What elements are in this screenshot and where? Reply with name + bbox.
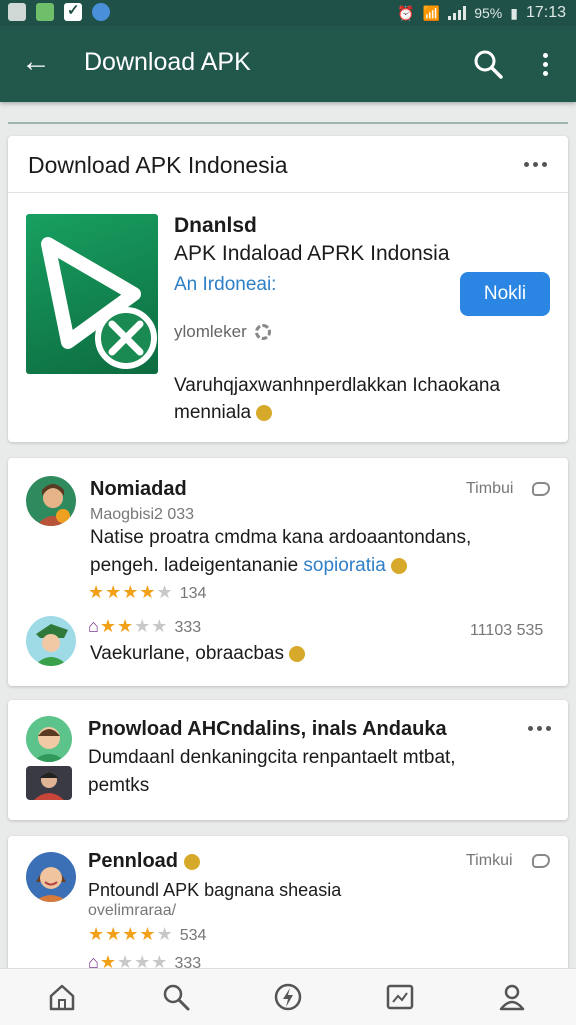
avatar[interactable] (26, 766, 72, 800)
like-icon[interactable] (532, 482, 550, 496)
review-author-name: Pennload (88, 850, 179, 872)
like-icon[interactable] (532, 854, 550, 868)
emoji-icon (391, 557, 408, 574)
avatar[interactable] (26, 476, 76, 526)
notification-icon (8, 3, 26, 21)
page-title: Download APK (84, 48, 251, 76)
alarm-icon: ⏰ (397, 4, 415, 21)
emoji-icon (289, 645, 306, 662)
app-notification-icon (36, 3, 54, 21)
review-time: Timkui (466, 852, 513, 869)
review-text-line2-body: pengeh. ladeigentananie (90, 555, 299, 576)
person-avatar-icon (32, 727, 66, 762)
home-icon[interactable] (46, 981, 78, 1013)
app-card-title: Download APK Indonesia (28, 152, 288, 178)
image-icon[interactable] (384, 981, 416, 1013)
search-icon[interactable] (470, 46, 506, 82)
signal-icon (448, 6, 467, 20)
app-name: Dnanlsd (174, 214, 257, 237)
app-description: Varuhqjaxwanhnperdlakkan Ichaokana menni… (174, 372, 554, 426)
promo-text-line2: pemtks (88, 775, 150, 796)
avatar[interactable] (26, 716, 72, 762)
search-icon[interactable] (160, 981, 192, 1013)
review-meta: Maogbisi2 033 (90, 506, 195, 523)
rating-count: 534 (179, 927, 207, 944)
flash-icon[interactable] (272, 981, 304, 1013)
star-rating: ★★★★★ 534 (88, 924, 207, 944)
review-link[interactable]: sopioratia (303, 555, 385, 576)
app-logo[interactable] (26, 214, 158, 374)
review-text: Natise proatra cmdma kana ardoaantondans… (90, 524, 560, 580)
review-time: 11103 535 (470, 622, 544, 639)
person-avatar-icon (36, 484, 70, 526)
star-rating: ⌂★★★★ 333 (88, 616, 202, 636)
person-photo-icon (34, 772, 64, 800)
promo-title: Pnowload AHCndalins, inals Andauka (88, 718, 447, 740)
review-meta: ovelimraraa/ (88, 902, 177, 919)
app-meta-text: ylomleker (174, 322, 247, 341)
card-more-icon[interactable] (528, 726, 551, 731)
sync-icon (92, 3, 110, 21)
review-text-line1: Natise proatra cmdma kana ardoaantondans… (90, 527, 472, 548)
avatar[interactable] (26, 616, 76, 666)
app-meta: ylomleker (174, 322, 271, 342)
bottom-nav (0, 968, 576, 1025)
overflow-menu-icon[interactable] (530, 46, 560, 82)
review-text-line2: pengeh. ladeigentananie sopioratia (90, 552, 560, 580)
status-bar: ⏰ 📶 95% ▮ 17:13 (0, 0, 576, 26)
rating-count: 134 (179, 585, 207, 602)
back-arrow-icon[interactable]: ← (18, 44, 54, 80)
divider (8, 122, 568, 124)
battery-level: 95% (474, 5, 503, 21)
review-time: Timbui (466, 480, 514, 497)
promo-text: Dumdaanl denkaningcita renpantaelt mtbat… (88, 744, 548, 800)
review-card: Pennload Timkui Pntoundl APK bagnana she… (8, 836, 568, 972)
review-author: Pennload (88, 850, 200, 873)
app-bar: ← Download APK (0, 26, 576, 102)
review-text: Vaekurlane, obraacbas (90, 640, 306, 668)
person-avatar-icon (34, 624, 68, 666)
reviews-card: Nomiadad Timbui Maogbisi2 033 Natise pro… (8, 458, 568, 686)
review-author: Nomiadad (90, 478, 187, 500)
wifi-icon: 📶 (422, 4, 441, 21)
emoji-icon (256, 404, 273, 421)
clock: 17:13 (525, 4, 566, 21)
promo-text-line1: Dumdaanl denkaningcita renpantaelt mtbat… (88, 747, 456, 768)
play-logo-icon (41, 237, 157, 369)
install-button[interactable]: Nokli (460, 272, 550, 316)
review-text-body: Vaekurlane, obraacbas (90, 643, 284, 664)
person-avatar-icon (34, 867, 68, 902)
app-card: Download APK Indonesia Dnanlsd APK Indal… (8, 136, 568, 442)
gear-icon (254, 324, 271, 340)
review-text: Pntoundl APK bagnana sheasia (88, 880, 342, 900)
avatar[interactable] (26, 852, 76, 902)
emoji-icon (183, 853, 200, 870)
check-icon (64, 1, 82, 21)
star-rating: ★★★★★ 134 (88, 582, 207, 602)
app-description-text: Varuhqjaxwanhnperdlakkan Ichaokana menni… (174, 375, 501, 423)
developer-link[interactable]: An Irdoneai: (174, 274, 276, 296)
battery-icon: ▮ (510, 4, 518, 21)
app-subtitle: APK Indaload APRK Indonsia (174, 242, 450, 265)
app-card-header: Download APK Indonesia (8, 136, 568, 193)
promo-card: Pnowload AHCndalins, inals Andauka Dumda… (8, 700, 568, 820)
profile-icon[interactable] (496, 981, 528, 1013)
card-more-icon[interactable] (524, 162, 547, 167)
rating-count: 333 (174, 619, 202, 636)
